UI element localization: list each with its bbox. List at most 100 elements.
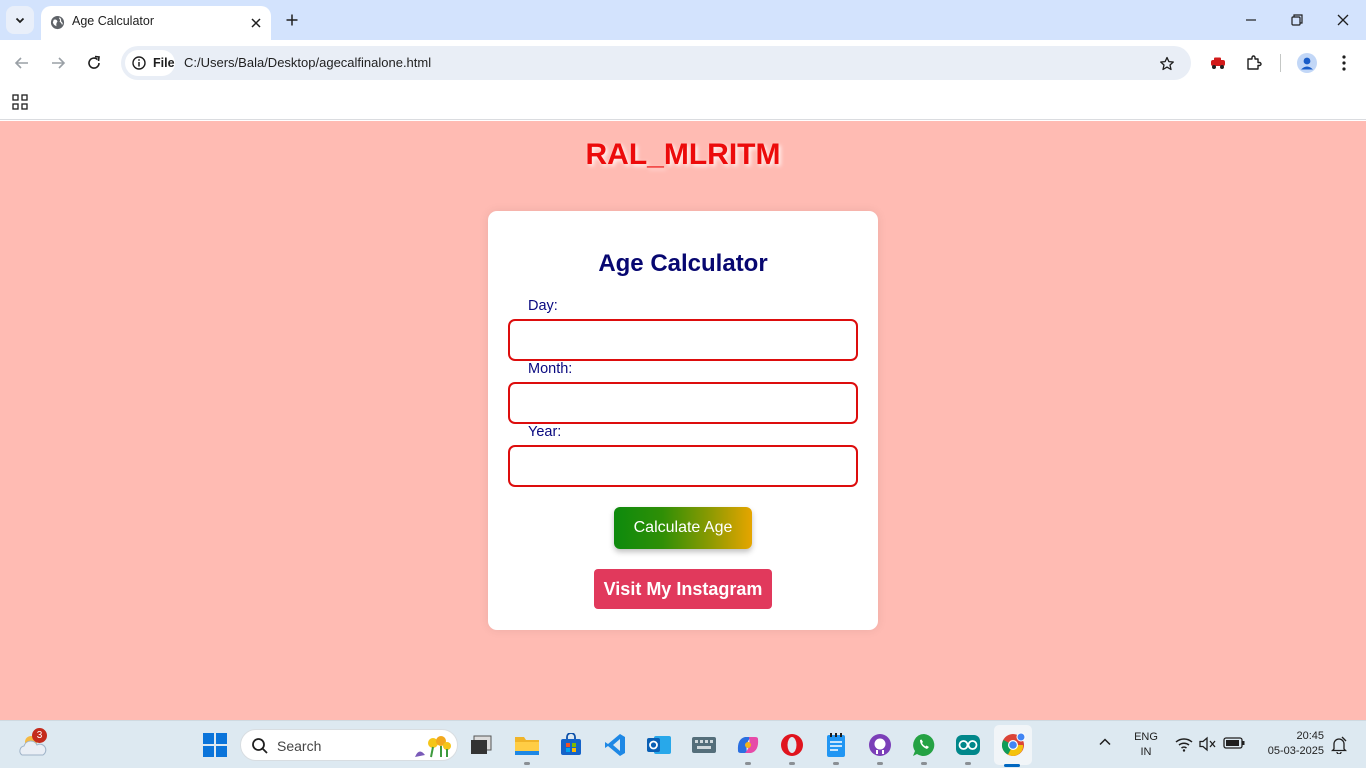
arrow-right-icon	[52, 57, 66, 69]
keyboard-app-icon	[692, 737, 716, 753]
arduino-icon	[956, 735, 980, 755]
taskbar-app-chrome[interactable]	[999, 731, 1027, 759]
card-title: Age Calculator	[598, 250, 768, 277]
day-label: Day:	[528, 298, 558, 314]
site-chip-label: File	[153, 56, 175, 70]
month-label: Month:	[528, 361, 573, 377]
battery-icon[interactable]	[1223, 736, 1245, 750]
folder-icon	[515, 737, 539, 755]
month-input[interactable]	[508, 382, 858, 424]
clock-date: 05-03-2025	[1267, 745, 1324, 757]
page-body: RAL_MLRITM Age Calculator Day: Month: Ye…	[0, 121, 1366, 720]
tab-close-button[interactable]	[246, 13, 266, 33]
red-car-extension-icon	[1211, 57, 1225, 69]
whatsapp-icon	[913, 734, 935, 756]
taskbar-app-folder[interactable]	[513, 731, 541, 759]
apps-button[interactable]	[8, 90, 32, 114]
reload-button[interactable]	[81, 50, 107, 76]
active-app-indicator	[1004, 764, 1020, 767]
chevron-up-icon	[1099, 738, 1111, 746]
language-code: ENG	[1134, 731, 1158, 743]
extension-button[interactable]	[1205, 50, 1231, 76]
more-vertical-icon	[1342, 55, 1346, 71]
show-hidden-icons-button[interactable]	[1098, 735, 1112, 754]
year-input[interactable]	[508, 445, 858, 487]
search-placeholder: Search	[277, 738, 322, 754]
speaker-muted-icon[interactable]	[1199, 736, 1217, 752]
close-icon	[251, 18, 261, 28]
vscode-icon	[605, 734, 625, 756]
new-tab-button[interactable]	[280, 8, 304, 32]
browser-menu-button[interactable]	[1331, 50, 1357, 76]
globe-icon	[50, 15, 65, 30]
notepad-icon	[827, 733, 845, 757]
tab-age-calculator[interactable]: Age Calculator	[41, 6, 271, 40]
star-icon	[1160, 56, 1174, 71]
info-icon	[132, 56, 146, 70]
calculate-age-button[interactable]: Calculate Age	[614, 507, 752, 549]
start-button[interactable]	[203, 733, 227, 757]
bookmark-star-button[interactable]	[1156, 53, 1178, 75]
weather-badge: 3	[32, 728, 47, 743]
taskbar-app-keyboard[interactable]	[690, 731, 718, 759]
github-icon	[869, 734, 891, 756]
close-icon	[1337, 14, 1349, 26]
clock-time: 20:45	[1296, 730, 1324, 742]
running-indicator	[745, 762, 751, 765]
extensions-menu-button[interactable]	[1241, 50, 1267, 76]
tab-search-button[interactable]	[6, 6, 34, 34]
taskbar: 3 Search ENG IN 20:45 05-03-2025	[0, 720, 1366, 768]
chevron-down-icon	[15, 17, 25, 24]
running-indicator	[921, 762, 927, 765]
taskbar-app-opera[interactable]	[778, 731, 806, 759]
back-button[interactable]	[9, 50, 35, 76]
reload-icon	[88, 55, 100, 69]
taskbar-app-copilot[interactable]	[734, 731, 762, 759]
running-indicator	[524, 762, 530, 765]
visit-instagram-button[interactable]: Visit My Instagram	[594, 569, 772, 609]
search-icon	[252, 738, 268, 754]
taskbar-app-whatsapp[interactable]	[910, 731, 938, 759]
running-indicator	[833, 762, 839, 765]
url-text: C:/Users/Bala/Desktop/agecalfinalone.htm…	[184, 55, 432, 70]
taskbar-app-store[interactable]	[557, 731, 585, 759]
profile-button[interactable]	[1294, 50, 1320, 76]
site-info-chip[interactable]: File	[125, 50, 175, 76]
taskbar-search[interactable]: Search	[240, 729, 458, 761]
taskbar-app-vscode[interactable]	[601, 731, 629, 759]
minimize-button[interactable]	[1236, 8, 1266, 32]
taskbar-app-outlook[interactable]	[645, 731, 673, 759]
wifi-icon[interactable]	[1175, 736, 1193, 752]
taskbar-app-file-explorer-dark[interactable]	[467, 731, 495, 759]
site-title: RAL_MLRITM	[585, 138, 781, 171]
store-icon	[561, 733, 581, 755]
running-indicator	[965, 762, 971, 765]
tab-strip: Age Calculator	[0, 0, 1366, 40]
bookmarks-bar	[0, 86, 1366, 120]
chrome-icon	[1001, 732, 1026, 756]
system-clock[interactable]: 20:45 05-03-2025	[1254, 729, 1324, 759]
arrow-left-icon	[14, 57, 28, 69]
taskbar-app-github[interactable]	[866, 731, 894, 759]
notification-bell-icon[interactable]	[1331, 736, 1347, 754]
outlook-icon	[647, 736, 671, 754]
close-window-button[interactable]	[1328, 8, 1358, 32]
restore-button[interactable]	[1282, 8, 1312, 32]
taskbar-app-notepad[interactable]	[822, 731, 850, 759]
tab-title: Age Calculator	[72, 14, 154, 28]
language-region: IN	[1140, 746, 1152, 758]
toolbar-divider	[1280, 54, 1281, 72]
file-explorer-dark-icon	[471, 735, 492, 754]
opera-icon	[781, 734, 803, 756]
forward-button[interactable]	[45, 50, 71, 76]
running-indicator	[789, 762, 795, 765]
address-bar[interactable]: File C:/Users/Bala/Desktop/agecalfinalon…	[121, 46, 1191, 80]
windows-logo-icon	[203, 733, 227, 757]
day-input[interactable]	[508, 319, 858, 361]
running-indicator	[877, 762, 883, 765]
language-indicator[interactable]: ENG IN	[1131, 730, 1161, 760]
taskbar-app-arduino[interactable]	[954, 731, 982, 759]
browser-toolbar: File C:/Users/Bala/Desktop/agecalfinalon…	[0, 40, 1366, 86]
puzzle-icon	[1247, 55, 1262, 70]
restore-icon	[1291, 14, 1303, 26]
